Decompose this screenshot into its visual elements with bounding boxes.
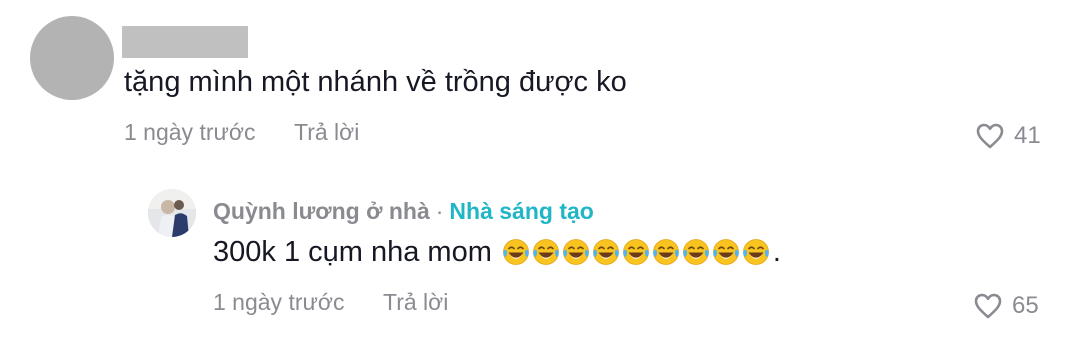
face-with-tears-of-joy-icon (532, 239, 559, 265)
redacted-username (122, 26, 248, 58)
face-with-tears-of-joy-icon (502, 239, 529, 265)
reply-text-tail: . (772, 236, 781, 268)
face-with-tears-of-joy-icon (592, 239, 619, 265)
like-count: 41 (1014, 122, 1041, 149)
reply-header: Quỳnh lương ở nhà · Nhà sáng tạo (213, 195, 594, 227)
face-with-tears-of-joy-icon (682, 239, 709, 265)
avatar[interactable] (30, 16, 114, 100)
reply-button[interactable]: Trả lời (294, 117, 359, 147)
face-with-tears-of-joy-icon (712, 239, 739, 265)
heart-icon (976, 123, 1004, 149)
reply-button[interactable]: Trả lời (383, 287, 448, 317)
reply-text-line: 300k 1 cụm nha mom . (213, 233, 781, 271)
like-button[interactable]: 65 (974, 290, 1039, 322)
like-count: 65 (1012, 292, 1039, 319)
face-with-tears-of-joy-icon (652, 239, 679, 265)
like-button[interactable]: 41 (976, 120, 1041, 152)
face-with-tears-of-joy-icon (562, 239, 589, 265)
heart-icon (974, 293, 1002, 319)
avatar[interactable] (148, 189, 196, 237)
face-with-tears-of-joy-icon (742, 239, 769, 265)
emoji-group (501, 237, 771, 267)
comment-text: tặng mình một nhánh về trồng được ko (124, 66, 627, 98)
reply-timestamp: 1 ngày trước (213, 289, 345, 315)
comment-timestamp: 1 ngày trước (124, 119, 256, 145)
reply-text: 300k 1 cụm nha mom (213, 236, 492, 268)
face-with-tears-of-joy-icon (622, 239, 649, 265)
avatar-photo (148, 189, 196, 237)
username[interactable]: Quỳnh lương ở nhà (213, 198, 430, 224)
creator-badge: Nhà sáng tạo (449, 198, 594, 224)
separator-dot: · (435, 198, 444, 224)
